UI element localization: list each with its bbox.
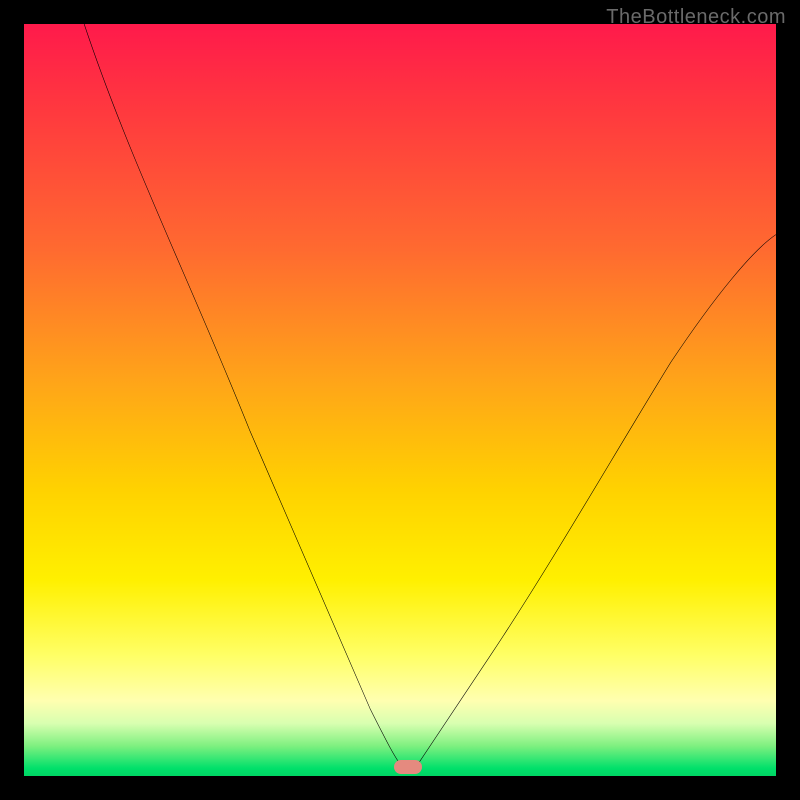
dip-marker — [394, 760, 422, 774]
chart-frame: TheBottleneck.com — [0, 0, 800, 800]
curve-right — [415, 235, 776, 769]
bottleneck-curve — [24, 24, 776, 776]
plot-area — [24, 24, 776, 776]
curve-left — [84, 24, 404, 768]
